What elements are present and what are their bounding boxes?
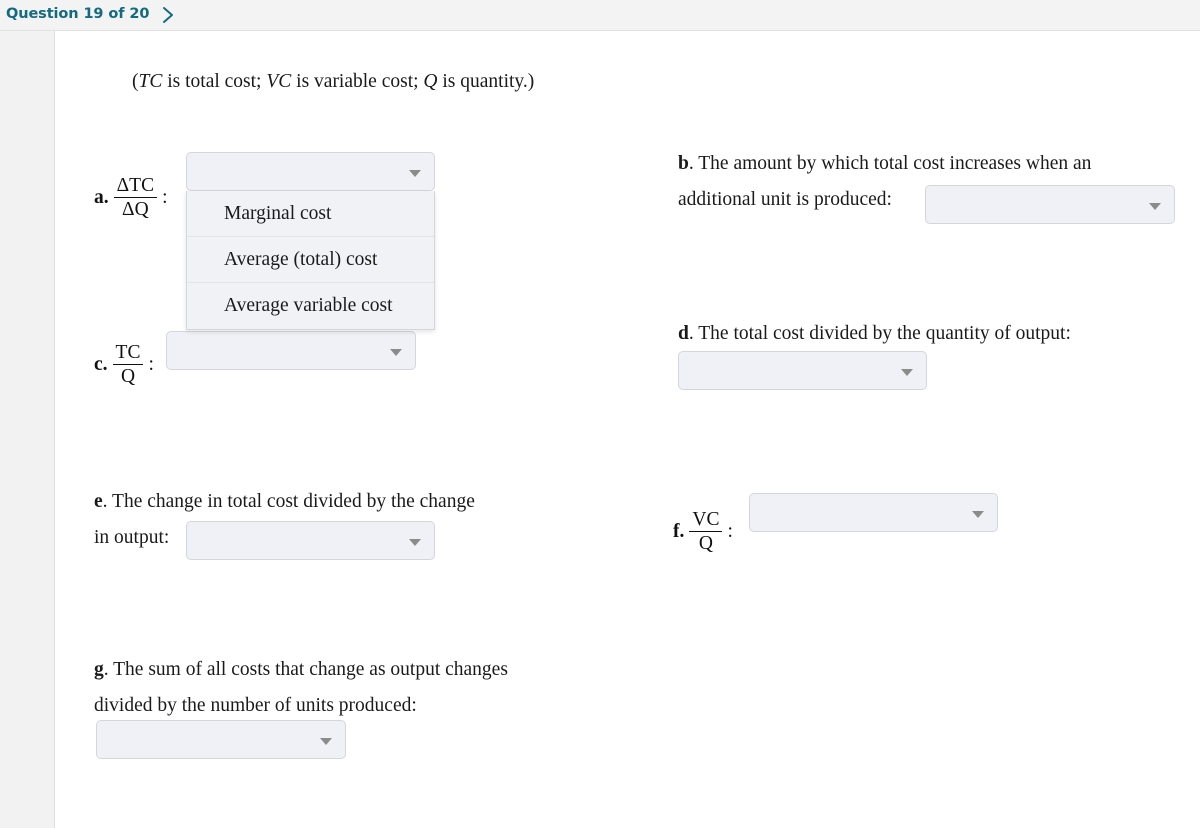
dropdown-option-average-total-cost[interactable]: Average (total) cost — [187, 237, 434, 283]
item-a: a. ΔTC ΔQ : — [94, 175, 168, 220]
top-header-bar: Question 19 of 20 — [0, 0, 1200, 31]
intro-vc-text: is variable cost; — [291, 71, 424, 92]
item-f-fraction: VC Q — [689, 509, 723, 555]
item-e-letter: e — [94, 491, 103, 512]
chevron-down-icon — [972, 510, 984, 518]
dropdown-option-marginal-cost[interactable]: Marginal cost — [187, 191, 434, 237]
item-g-letter: g — [94, 659, 104, 680]
chevron-right-icon[interactable] — [158, 3, 178, 27]
chevron-down-icon — [320, 737, 332, 745]
item-b-line1: b. The amount by which total cost increa… — [678, 151, 1198, 177]
content-pane: (TC is total cost; VC is variable cost; … — [56, 31, 1200, 828]
dropdown-option-average-variable-cost[interactable]: Average variable cost — [187, 283, 434, 329]
item-g-line1-text: . The sum of all costs that change as ou… — [103, 659, 508, 680]
intro-q-text: is quantity.) — [437, 71, 535, 92]
item-g-line2: divided by the number of units produced: — [94, 695, 417, 716]
item-c: c. TC Q : — [94, 342, 154, 387]
left-gutter — [0, 31, 55, 828]
item-a-denominator: ΔQ — [122, 199, 149, 221]
select-c[interactable] — [166, 331, 416, 370]
item-d-line1-text: . The total cost divided by the quantity… — [688, 323, 1071, 344]
item-f-numerator: VC — [689, 509, 723, 533]
item-a-numerator: ΔTC — [113, 175, 158, 199]
chevron-down-icon — [901, 368, 913, 376]
item-e-line1-text: . The change in total cost divided by th… — [102, 491, 475, 512]
item-e-line1: e. The change in total cost divided by t… — [94, 489, 614, 515]
item-c-fraction: TC Q — [112, 342, 144, 388]
select-d[interactable] — [678, 351, 927, 390]
chevron-down-icon — [409, 169, 421, 177]
item-g-text: g. The sum of all costs that change as o… — [94, 657, 654, 719]
item-b-line1-text: . The amount by which total cost increas… — [688, 153, 1092, 174]
intro-q-symbol: Q — [423, 71, 438, 92]
intro-tc-symbol: TC — [138, 71, 163, 92]
item-d-letter: d — [678, 323, 689, 344]
item-a-letter: a. — [94, 186, 109, 208]
chevron-down-icon — [1149, 202, 1161, 210]
item-d-text: d. The total cost divided by the quantit… — [678, 321, 1198, 347]
item-f-colon: : — [727, 520, 733, 542]
chevron-down-icon — [409, 538, 421, 546]
item-c-numerator: TC — [112, 342, 144, 366]
item-a-fraction: ΔTC ΔQ — [113, 175, 158, 221]
select-e[interactable] — [186, 521, 435, 560]
select-g[interactable] — [96, 720, 346, 759]
item-f-denominator: Q — [698, 533, 713, 555]
select-f[interactable] — [749, 493, 998, 532]
item-c-letter: c. — [94, 353, 108, 375]
select-a[interactable] — [186, 152, 435, 191]
item-c-colon: : — [148, 353, 154, 375]
item-f-letter: f. — [673, 520, 685, 542]
select-b[interactable] — [925, 185, 1175, 224]
item-g-line1: g. The sum of all costs that change as o… — [94, 657, 654, 683]
item-d-line1: d. The total cost divided by the quantit… — [678, 321, 1198, 347]
item-c-denominator: Q — [120, 366, 136, 388]
intro-vc-symbol: VC — [266, 71, 292, 92]
dropdown-options-list[interactable]: Marginal cost Average (total) cost Avera… — [186, 191, 435, 330]
item-a-colon: : — [162, 186, 168, 208]
item-f: f. VC Q : — [673, 509, 733, 554]
item-b-letter: b — [678, 153, 689, 174]
chevron-down-icon — [390, 348, 402, 356]
question-counter: Question 19 of 20 — [6, 6, 150, 22]
intro-definitions: (TC is total cost; VC is variable cost; … — [132, 69, 534, 95]
intro-tc-text: is total cost; — [162, 71, 267, 92]
